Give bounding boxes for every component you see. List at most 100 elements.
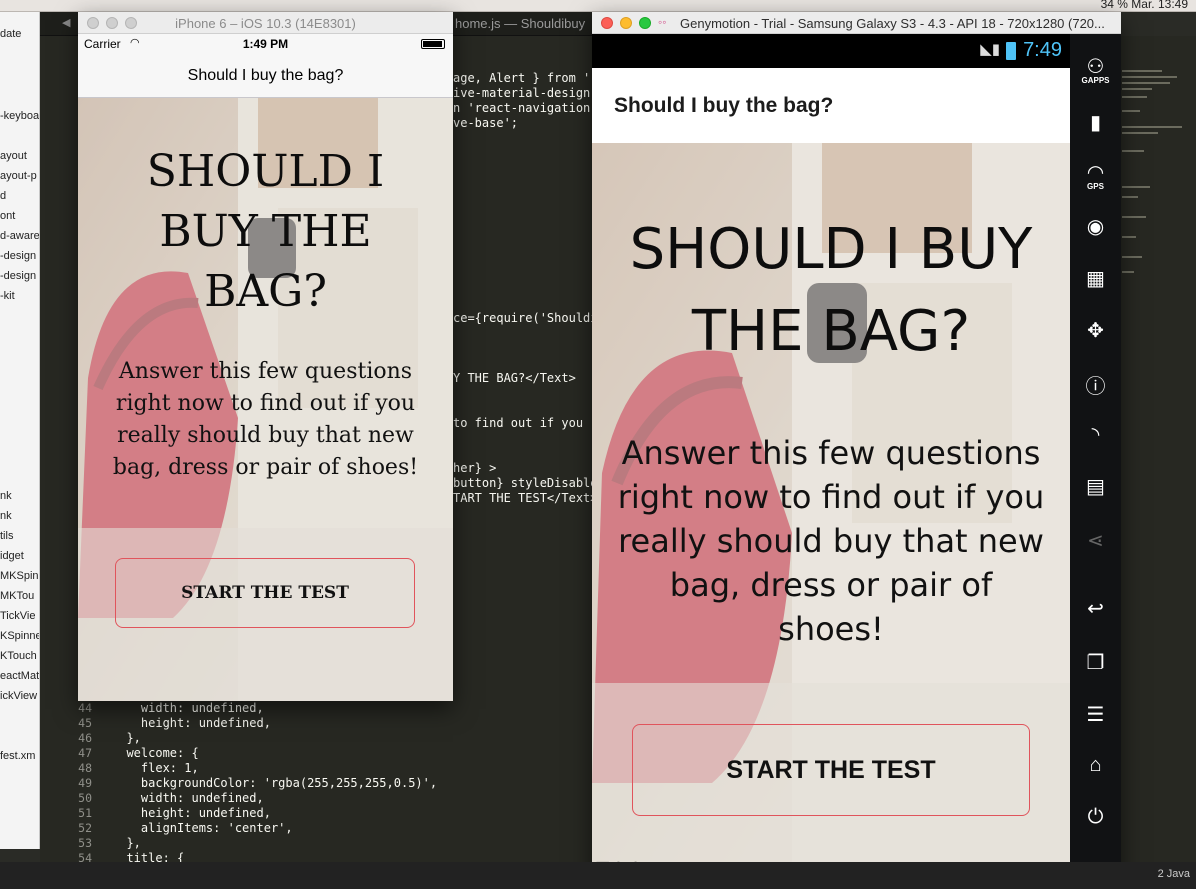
sidebar-item[interactable]: nk — [0, 510, 12, 522]
genymotion-titlebar[interactable]: ◦◦ Genymotion - Trial - Samsung Galaxy S… — [592, 12, 1121, 34]
camera-icon: ◉ — [1086, 216, 1105, 238]
power-icon: ⏻ — [1087, 806, 1104, 828]
ios-simulator-window[interactable]: iPhone 6 – iOS 10.3 (14E8301) Carrier ◠ … — [78, 12, 453, 701]
sidebar-item[interactable]: -kit — [0, 290, 15, 302]
welcome-screen: SHOULD I BUY THE BAG? Answer this few qu… — [592, 143, 1070, 885]
dpad-icon: ✥ — [1087, 320, 1104, 342]
wifi-signal-icon: ◣▮ — [980, 41, 1000, 58]
code-line: ce={require('Shouldi — [453, 311, 598, 325]
id-icon: ⓘ — [1085, 376, 1106, 398]
minimize-window-button[interactable] — [620, 17, 632, 29]
sidebar-item[interactable]: KSpinne — [0, 630, 39, 642]
sidebar-item[interactable]: TickVie — [0, 610, 35, 622]
genymotion-window[interactable]: ◦◦ Genymotion - Trial - Samsung Galaxy S… — [592, 12, 1121, 885]
menu-button[interactable]: ☰ — [1070, 702, 1121, 727]
line-number: 50 — [78, 791, 92, 805]
sidebar-item[interactable]: idget — [0, 550, 24, 562]
recent-apps-icon: ❐ — [1086, 652, 1105, 674]
gapps-button[interactable]: ⚇ GAPPS — [1070, 54, 1121, 85]
side-button-label: GPS — [1087, 182, 1104, 191]
genymotion-side-panel: ⚇GAPPS▮◠GPS◉▦✥ⓘ◝▤⋖↩❐☰⌂⏻••• — [1070, 34, 1121, 885]
battery-icon: ▮ — [1089, 112, 1101, 134]
code-line: }, — [112, 836, 141, 850]
side-button-label: GAPPS — [1081, 76, 1110, 85]
ios-clock: 1:49 PM — [242, 37, 289, 51]
sidebar-item[interactable]: eactMat — [0, 670, 39, 682]
sidebar-item[interactable]: ont — [0, 210, 15, 222]
back-button[interactable]: ↩ — [1070, 596, 1121, 621]
video-icon: ▦ — [1086, 268, 1105, 290]
battery-icon — [1006, 42, 1016, 60]
sidebar-item[interactable]: MKTou — [0, 590, 34, 602]
sms-button[interactable]: ▤ — [1070, 474, 1121, 499]
close-window-button[interactable] — [601, 17, 613, 29]
code-line: height: undefined, — [112, 806, 271, 820]
code-line: her} > — [453, 461, 497, 475]
ios-navigation-bar: Should I buy the bag? — [78, 54, 453, 98]
code-line: welcome: { — [112, 746, 199, 760]
code-line: to find out if you re — [453, 416, 605, 430]
sidebar-item[interactable]: tils — [0, 530, 13, 542]
welcome-screen: SHOULD I BUY THE BAG? Answer this few qu… — [78, 98, 453, 701]
line-number: 45 — [78, 716, 92, 730]
power-button[interactable]: ⏻ — [1070, 806, 1121, 829]
code-line: TART THE TEST</Text> — [453, 491, 598, 505]
code-line: age, Alert } from 're — [453, 71, 605, 85]
recent-apps-button[interactable]: ❐ — [1070, 650, 1121, 675]
sidebar-item[interactable]: nk — [0, 490, 12, 502]
code-line: height: undefined, — [112, 716, 271, 730]
sidebar-item[interactable]: -design — [0, 250, 36, 262]
sidebar-item[interactable]: fest.xm — [0, 750, 35, 762]
line-number: 51 — [78, 806, 92, 820]
code-line: width: undefined, — [112, 791, 264, 805]
ios-screen: Carrier ◠ 1:49 PM Should I buy the bag? — [78, 34, 453, 701]
sidebar-item[interactable]: ayout — [0, 150, 27, 162]
headline: SHOULD I BUY THE BAG? — [629, 217, 1033, 364]
camera-button[interactable]: ◉ — [1070, 214, 1121, 239]
sidebar-item[interactable]: d — [0, 190, 6, 202]
start-test-button[interactable]: START THE TEST — [115, 558, 415, 628]
line-number: 47 — [78, 746, 92, 760]
share-button[interactable]: ⋖ — [1070, 528, 1121, 553]
rss-icon: ◝ — [1091, 424, 1100, 446]
back-icon: ↩ — [1087, 598, 1104, 620]
project-sidebar: date -keyboa ayout ayout-p d ont d-aware -desig… — [0, 12, 40, 849]
home-button[interactable]: ⌂ — [1070, 754, 1121, 777]
sidebar-item[interactable]: d-aware — [0, 230, 39, 242]
minimap-lines — [1122, 70, 1182, 273]
gps-icon: ◠ — [1086, 162, 1105, 184]
zoom-window-button[interactable] — [639, 17, 651, 29]
line-number: 52 — [78, 821, 92, 835]
video-button[interactable]: ▦ — [1070, 266, 1121, 291]
line-number: 46 — [78, 731, 92, 745]
ios-window-titlebar[interactable]: iPhone 6 – iOS 10.3 (14E8301) — [78, 12, 453, 34]
sidebar-item[interactable]: KTouch — [0, 650, 37, 662]
headline: SHOULD I BUY THE BAG? — [146, 146, 385, 317]
gps-button[interactable]: ◠ GPS — [1070, 160, 1121, 191]
code-line: alignItems: 'center', — [112, 821, 293, 835]
code-line: flex: 1, — [112, 761, 199, 775]
app-bar-title: Should I buy the bag? — [614, 94, 834, 117]
sidebar-item[interactable]: ickView — [0, 690, 37, 702]
menu-icon: ☰ — [1086, 704, 1105, 726]
sidebar-item[interactable]: MKSpin — [0, 570, 39, 582]
line-number: 53 — [78, 836, 92, 850]
rss-button[interactable]: ◝ — [1070, 422, 1121, 447]
tab-left-arrow-icon[interactable]: ◀ — [62, 16, 70, 29]
ios-status-bar: Carrier ◠ 1:49 PM — [78, 34, 453, 54]
id-button[interactable]: ⓘ — [1070, 370, 1121, 399]
battery-button[interactable]: ▮ — [1070, 110, 1121, 135]
start-test-button[interactable]: START THE TEST — [632, 724, 1030, 816]
dpad-button[interactable]: ✥ — [1070, 318, 1121, 343]
editor-tab-title[interactable]: home.js — Shouldibuy — [455, 16, 585, 31]
code-minimap[interactable] — [1120, 36, 1196, 862]
code-line: width: undefined, — [112, 701, 264, 715]
sidebar-item[interactable]: ayout-p — [0, 170, 37, 182]
sidebar-item[interactable]: date — [0, 28, 21, 40]
intro-text: Answer this few questions right now to f… — [617, 434, 1045, 648]
sidebar-item[interactable]: -design — [0, 270, 36, 282]
battery-icon — [421, 39, 445, 49]
sidebar-item[interactable]: -keyboa — [0, 110, 39, 122]
genymotion-window-title: Genymotion - Trial - Samsung Galaxy S3 -… — [680, 16, 1105, 31]
code-line: ive-material-design'; — [453, 86, 605, 100]
